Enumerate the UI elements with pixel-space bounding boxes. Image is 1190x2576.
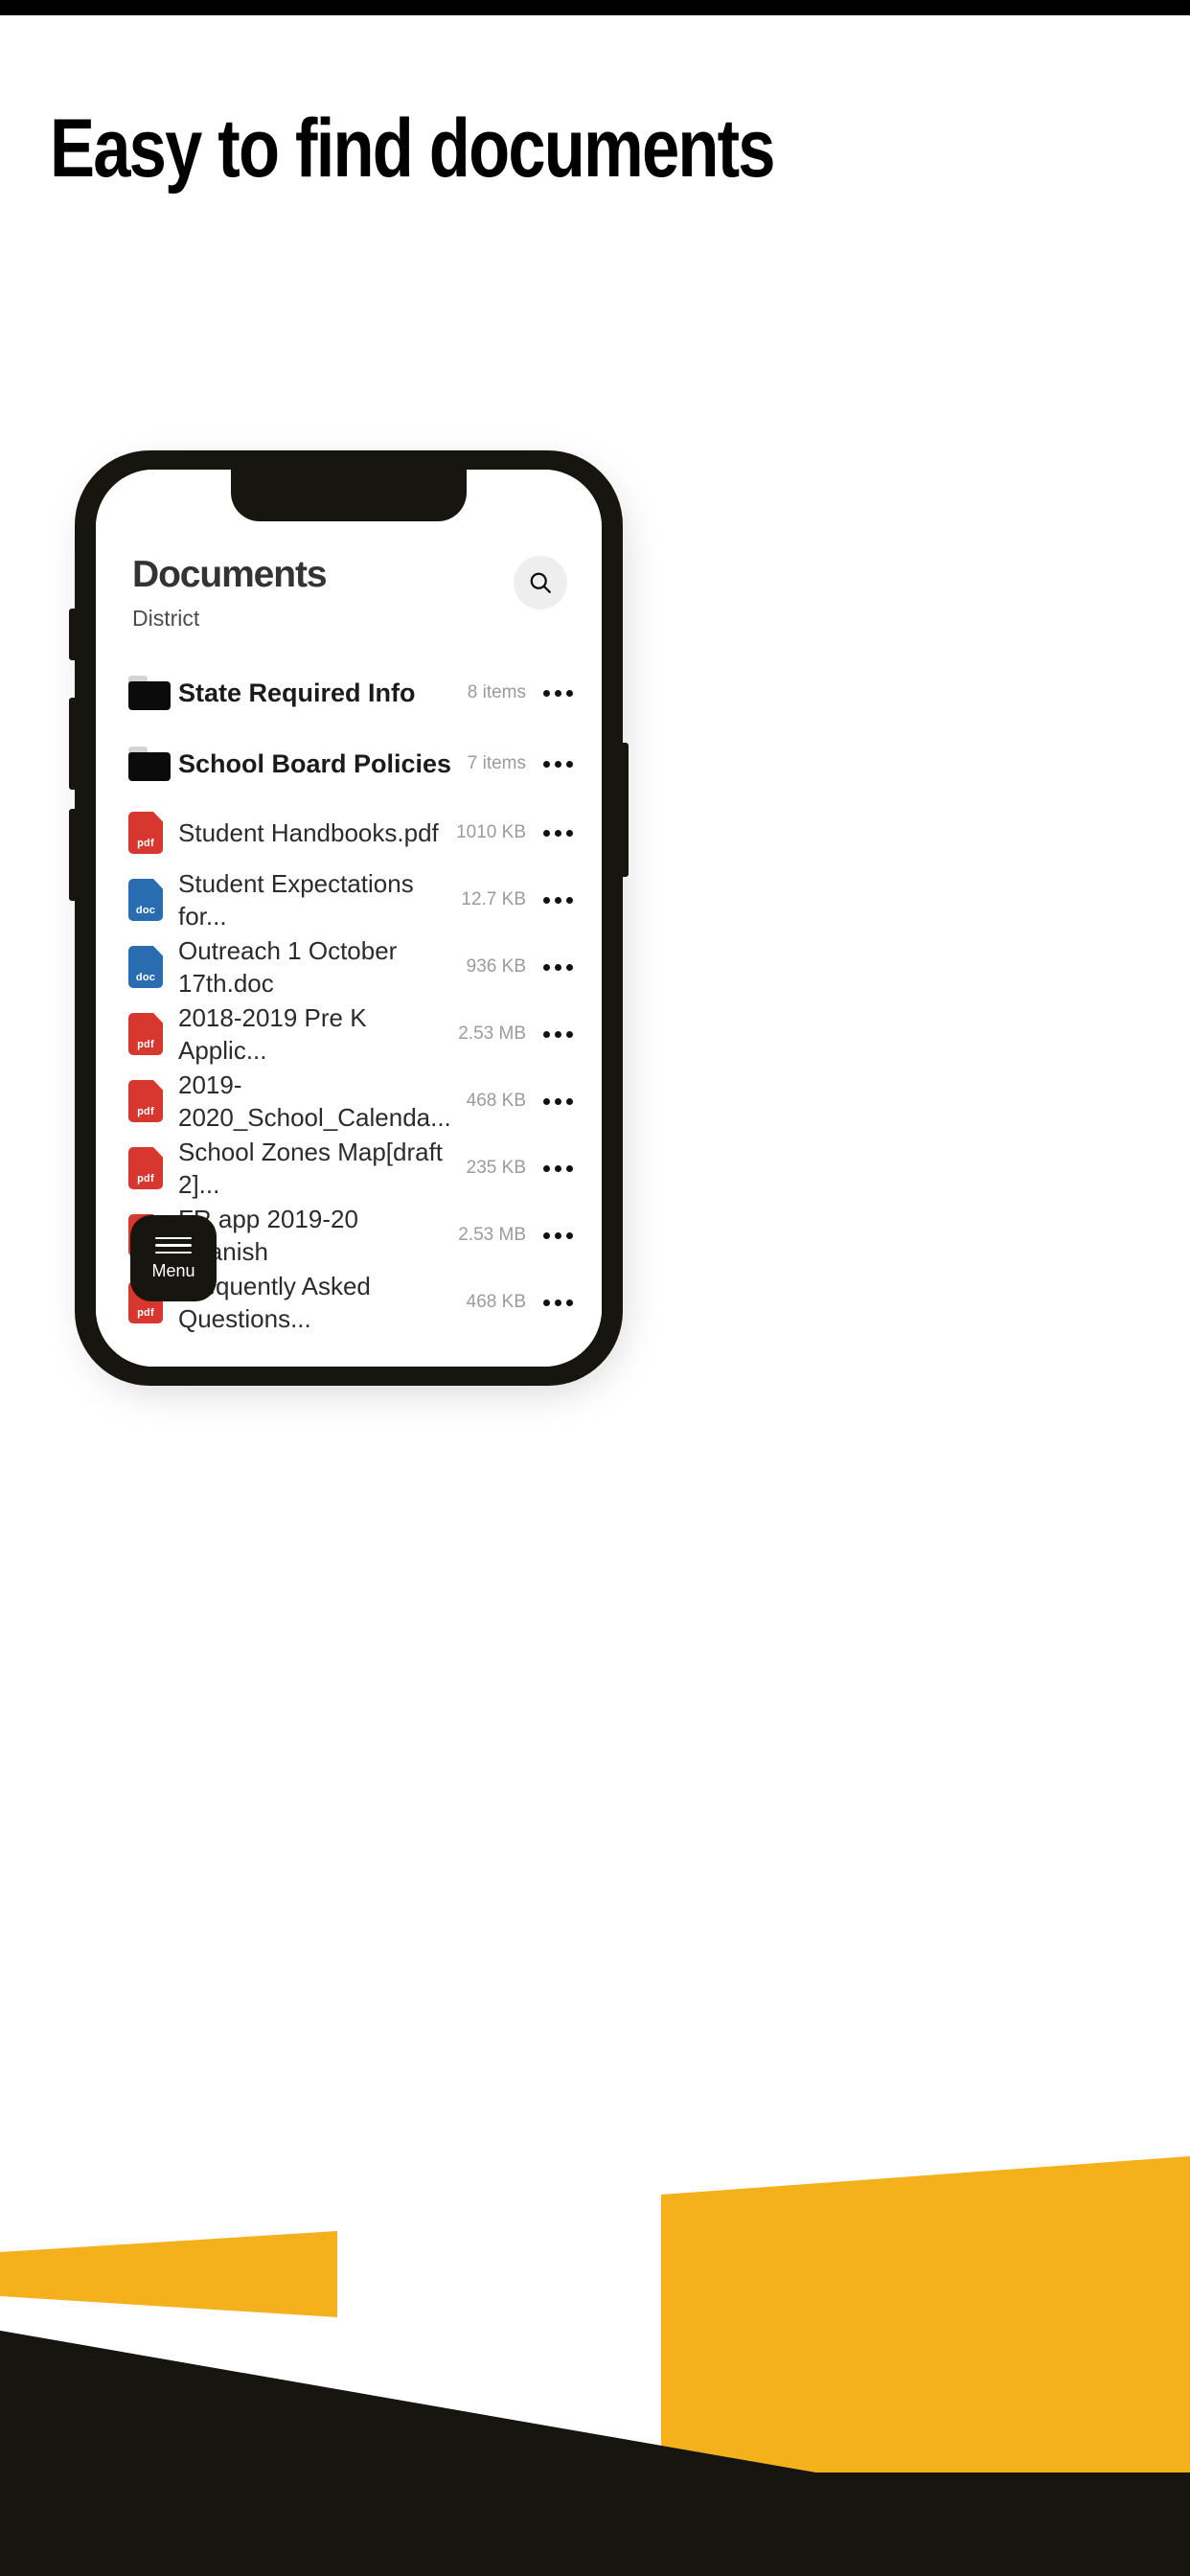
volume-down-button[interactable] — [69, 809, 77, 901]
ellipsis-icon[interactable] — [541, 760, 573, 768]
pdf-file-icon: pdf — [128, 812, 163, 854]
list-item-icon: pdf — [128, 1147, 178, 1189]
list-item-icon: pdf — [128, 1013, 178, 1055]
ellipsis-icon[interactable] — [541, 1164, 573, 1172]
documents-app: Documents District State Required Info 8 … — [96, 470, 602, 1367]
ellipsis-icon[interactable] — [541, 829, 573, 837]
list-item-name: Student Expectations for... — [178, 869, 414, 931]
list-item-meta: 468 KB — [466, 1292, 526, 1312]
list-item-icon — [128, 747, 178, 781]
list-item-meta: 936 KB — [466, 956, 526, 977]
folder-icon — [128, 747, 171, 781]
list-item-icon: doc — [128, 879, 178, 921]
app-title: Documents — [132, 554, 328, 595]
list-item-name: 2018-2019 Pre K Applic... — [178, 1003, 367, 1065]
list-item-meta: 235 KB — [466, 1158, 526, 1178]
doc-file-icon: doc — [128, 879, 163, 921]
search-button[interactable] — [514, 556, 567, 610]
decoration-svg — [0, 2156, 1190, 2576]
app-subtitle: District — [132, 606, 200, 631]
list-item-name: FR app 2019-20 Spanish — [178, 1205, 358, 1266]
list-item[interactable]: doc Outreach 1 October 17th.doc 936 KB — [96, 933, 602, 1000]
file-type-label: doc — [135, 972, 156, 983]
list-item-name: 2019-2020_School_Calenda... — [178, 1070, 451, 1132]
list-item[interactable]: School Board Policies 7 items — [96, 728, 602, 799]
page-title: Easy to find documents — [50, 103, 776, 195]
list-item-icon: doc — [128, 946, 178, 988]
pdf-file-icon: pdf — [128, 1147, 163, 1189]
yellow-band-right — [661, 2156, 1190, 2501]
list-item-icon: pdf — [128, 812, 178, 854]
list-item-name: School Board Policies — [178, 749, 452, 778]
list-item[interactable]: pdf 2019-2020_School_Calenda... 468 KB — [96, 1068, 602, 1135]
list-item-meta: 2.53 MB — [458, 1225, 526, 1245]
list-item-name: Student Handbooks.pdf — [178, 818, 439, 847]
list-item[interactable]: pdf Student Handbooks.pdf 1010 KB — [96, 799, 602, 866]
list-item[interactable]: pdf 2018-2019 Pre K Applic... 2.53 MB — [96, 1000, 602, 1068]
list-item-icon: pdf — [128, 1080, 178, 1122]
list-item-meta: 12.7 KB — [461, 889, 526, 909]
phone-screen: Documents District State Required Info 8 … — [96, 470, 602, 1367]
yellow-band-left — [0, 2231, 337, 2317]
ellipsis-icon[interactable] — [541, 1231, 573, 1239]
pdf-file-icon: pdf — [128, 1080, 163, 1122]
menu-button-label: Menu — [151, 1261, 195, 1281]
list-item-meta: 7 items — [467, 753, 526, 773]
file-type-label: pdf — [137, 838, 154, 849]
list-item-meta: 1010 KB — [456, 822, 526, 842]
ellipsis-icon[interactable] — [541, 896, 573, 904]
list-item[interactable]: doc Student Expectations for... 12.7 KB — [96, 866, 602, 933]
silent-switch-button[interactable] — [69, 609, 77, 660]
file-type-label: pdf — [137, 1106, 154, 1117]
black-bottom-block — [0, 2472, 1190, 2576]
menu-button[interactable]: Menu — [130, 1215, 217, 1301]
promo-screenshot: Easy to find documents Documents Distric… — [0, 0, 1190, 2576]
app-header: Documents District — [96, 552, 602, 657]
power-button[interactable] — [621, 743, 629, 877]
list-item[interactable]: pdf School Zones Map[draft 2]... 235 KB — [96, 1135, 602, 1202]
volume-up-button[interactable] — [69, 698, 77, 790]
hamburger-icon — [155, 1236, 192, 1254]
file-type-label: pdf — [137, 1307, 154, 1319]
folder-icon — [128, 676, 171, 710]
list-item-name: State Required Info — [178, 678, 416, 707]
ellipsis-icon[interactable] — [541, 1299, 573, 1306]
phone-mockup: Documents District State Required Info 8 … — [69, 450, 629, 1390]
file-type-label: doc — [135, 905, 156, 916]
ellipsis-icon[interactable] — [541, 963, 573, 971]
list-item-name: Outreach 1 October 17th.doc — [178, 936, 398, 998]
list-item-name: School Zones Map[draft 2]... — [178, 1138, 444, 1199]
doc-file-icon: doc — [128, 946, 163, 988]
ellipsis-icon[interactable] — [541, 689, 573, 697]
list-item-meta: 2.53 MB — [458, 1024, 526, 1044]
list-item[interactable]: State Required Info 8 items — [96, 657, 602, 728]
pdf-file-icon: pdf — [128, 1013, 163, 1055]
phone-frame: Documents District State Required Info 8 … — [69, 450, 629, 1386]
list-item-meta: 8 items — [467, 682, 526, 702]
file-type-label: pdf — [137, 1039, 154, 1050]
ellipsis-icon[interactable] — [541, 1097, 573, 1105]
search-icon — [530, 572, 551, 593]
list-item-icon — [128, 676, 178, 710]
phone-notch — [231, 470, 467, 521]
file-type-label: pdf — [137, 1173, 154, 1184]
list-item-name: Frequently Asked Questions... — [178, 1272, 371, 1333]
ellipsis-icon[interactable] — [541, 1030, 573, 1038]
list-item-meta: 468 KB — [466, 1091, 526, 1111]
bottom-decoration — [0, 2060, 1190, 2576]
top-bleed-strip — [0, 0, 1190, 15]
